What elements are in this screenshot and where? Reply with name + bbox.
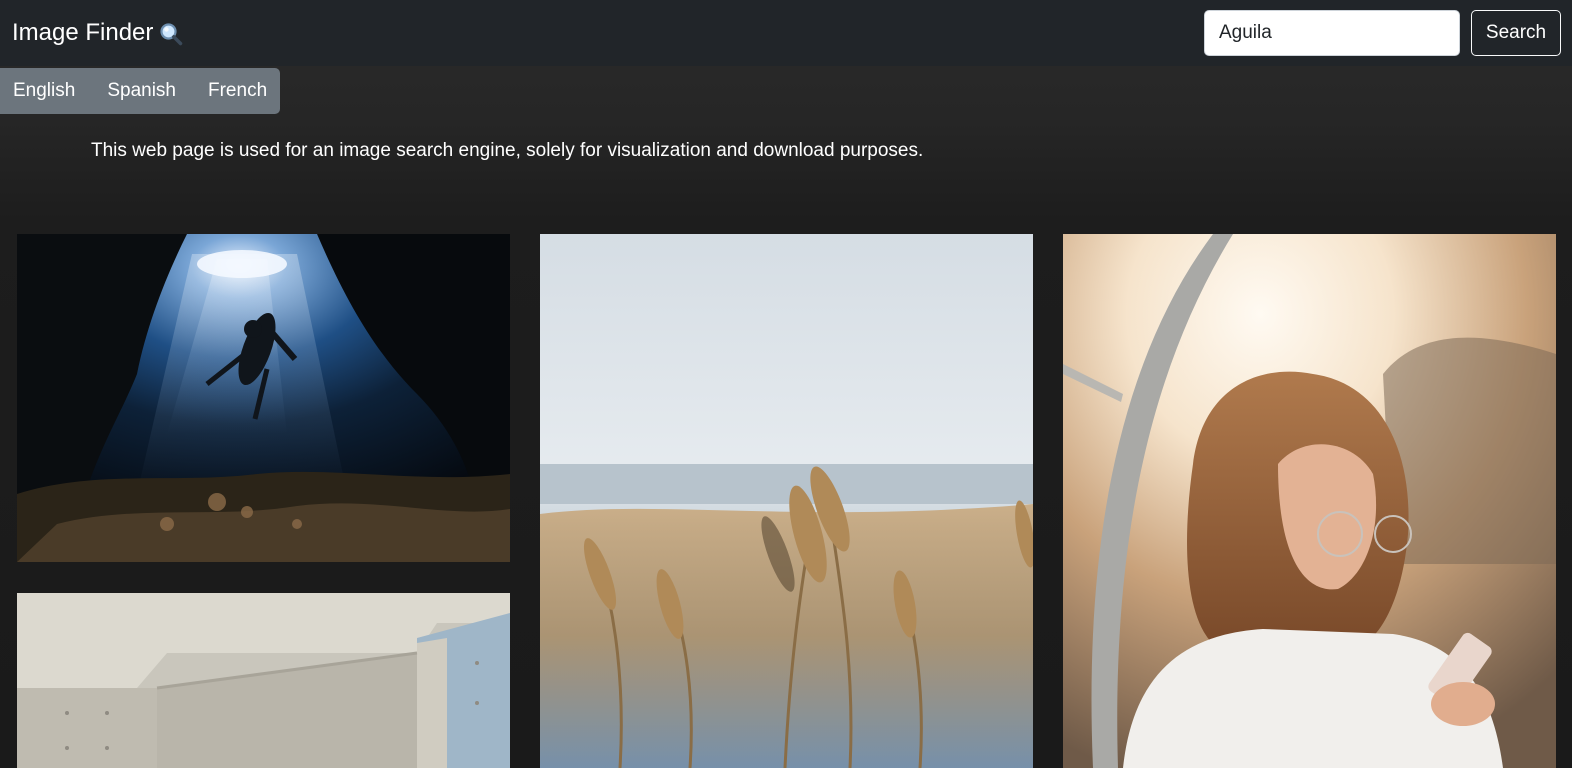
concrete-room-photo xyxy=(17,593,510,768)
intro-text: This web page is used for an image searc… xyxy=(91,140,924,161)
page: Image Finder Search English Spanish Fren… xyxy=(0,0,1572,768)
language-french[interactable]: French xyxy=(191,68,282,114)
result-image[interactable] xyxy=(17,593,510,768)
result-image[interactable] xyxy=(1063,234,1556,768)
brand-title: Image Finder xyxy=(12,19,154,46)
diver-cave-photo xyxy=(17,234,510,562)
search-button[interactable]: Search xyxy=(1471,10,1561,56)
result-image[interactable] xyxy=(17,234,510,562)
language-bar: English Spanish French xyxy=(0,68,280,114)
language-spanish[interactable]: Spanish xyxy=(90,68,191,114)
search-input[interactable] xyxy=(1204,10,1460,56)
woman-phone-photo xyxy=(1063,234,1556,768)
brand[interactable]: Image Finder xyxy=(12,16,183,50)
magnifying-glass-icon xyxy=(159,22,183,46)
navbar: Image Finder Search xyxy=(0,0,1572,66)
language-english[interactable]: English xyxy=(0,68,90,114)
result-image[interactable] xyxy=(540,234,1033,768)
grass-photo xyxy=(540,234,1033,768)
